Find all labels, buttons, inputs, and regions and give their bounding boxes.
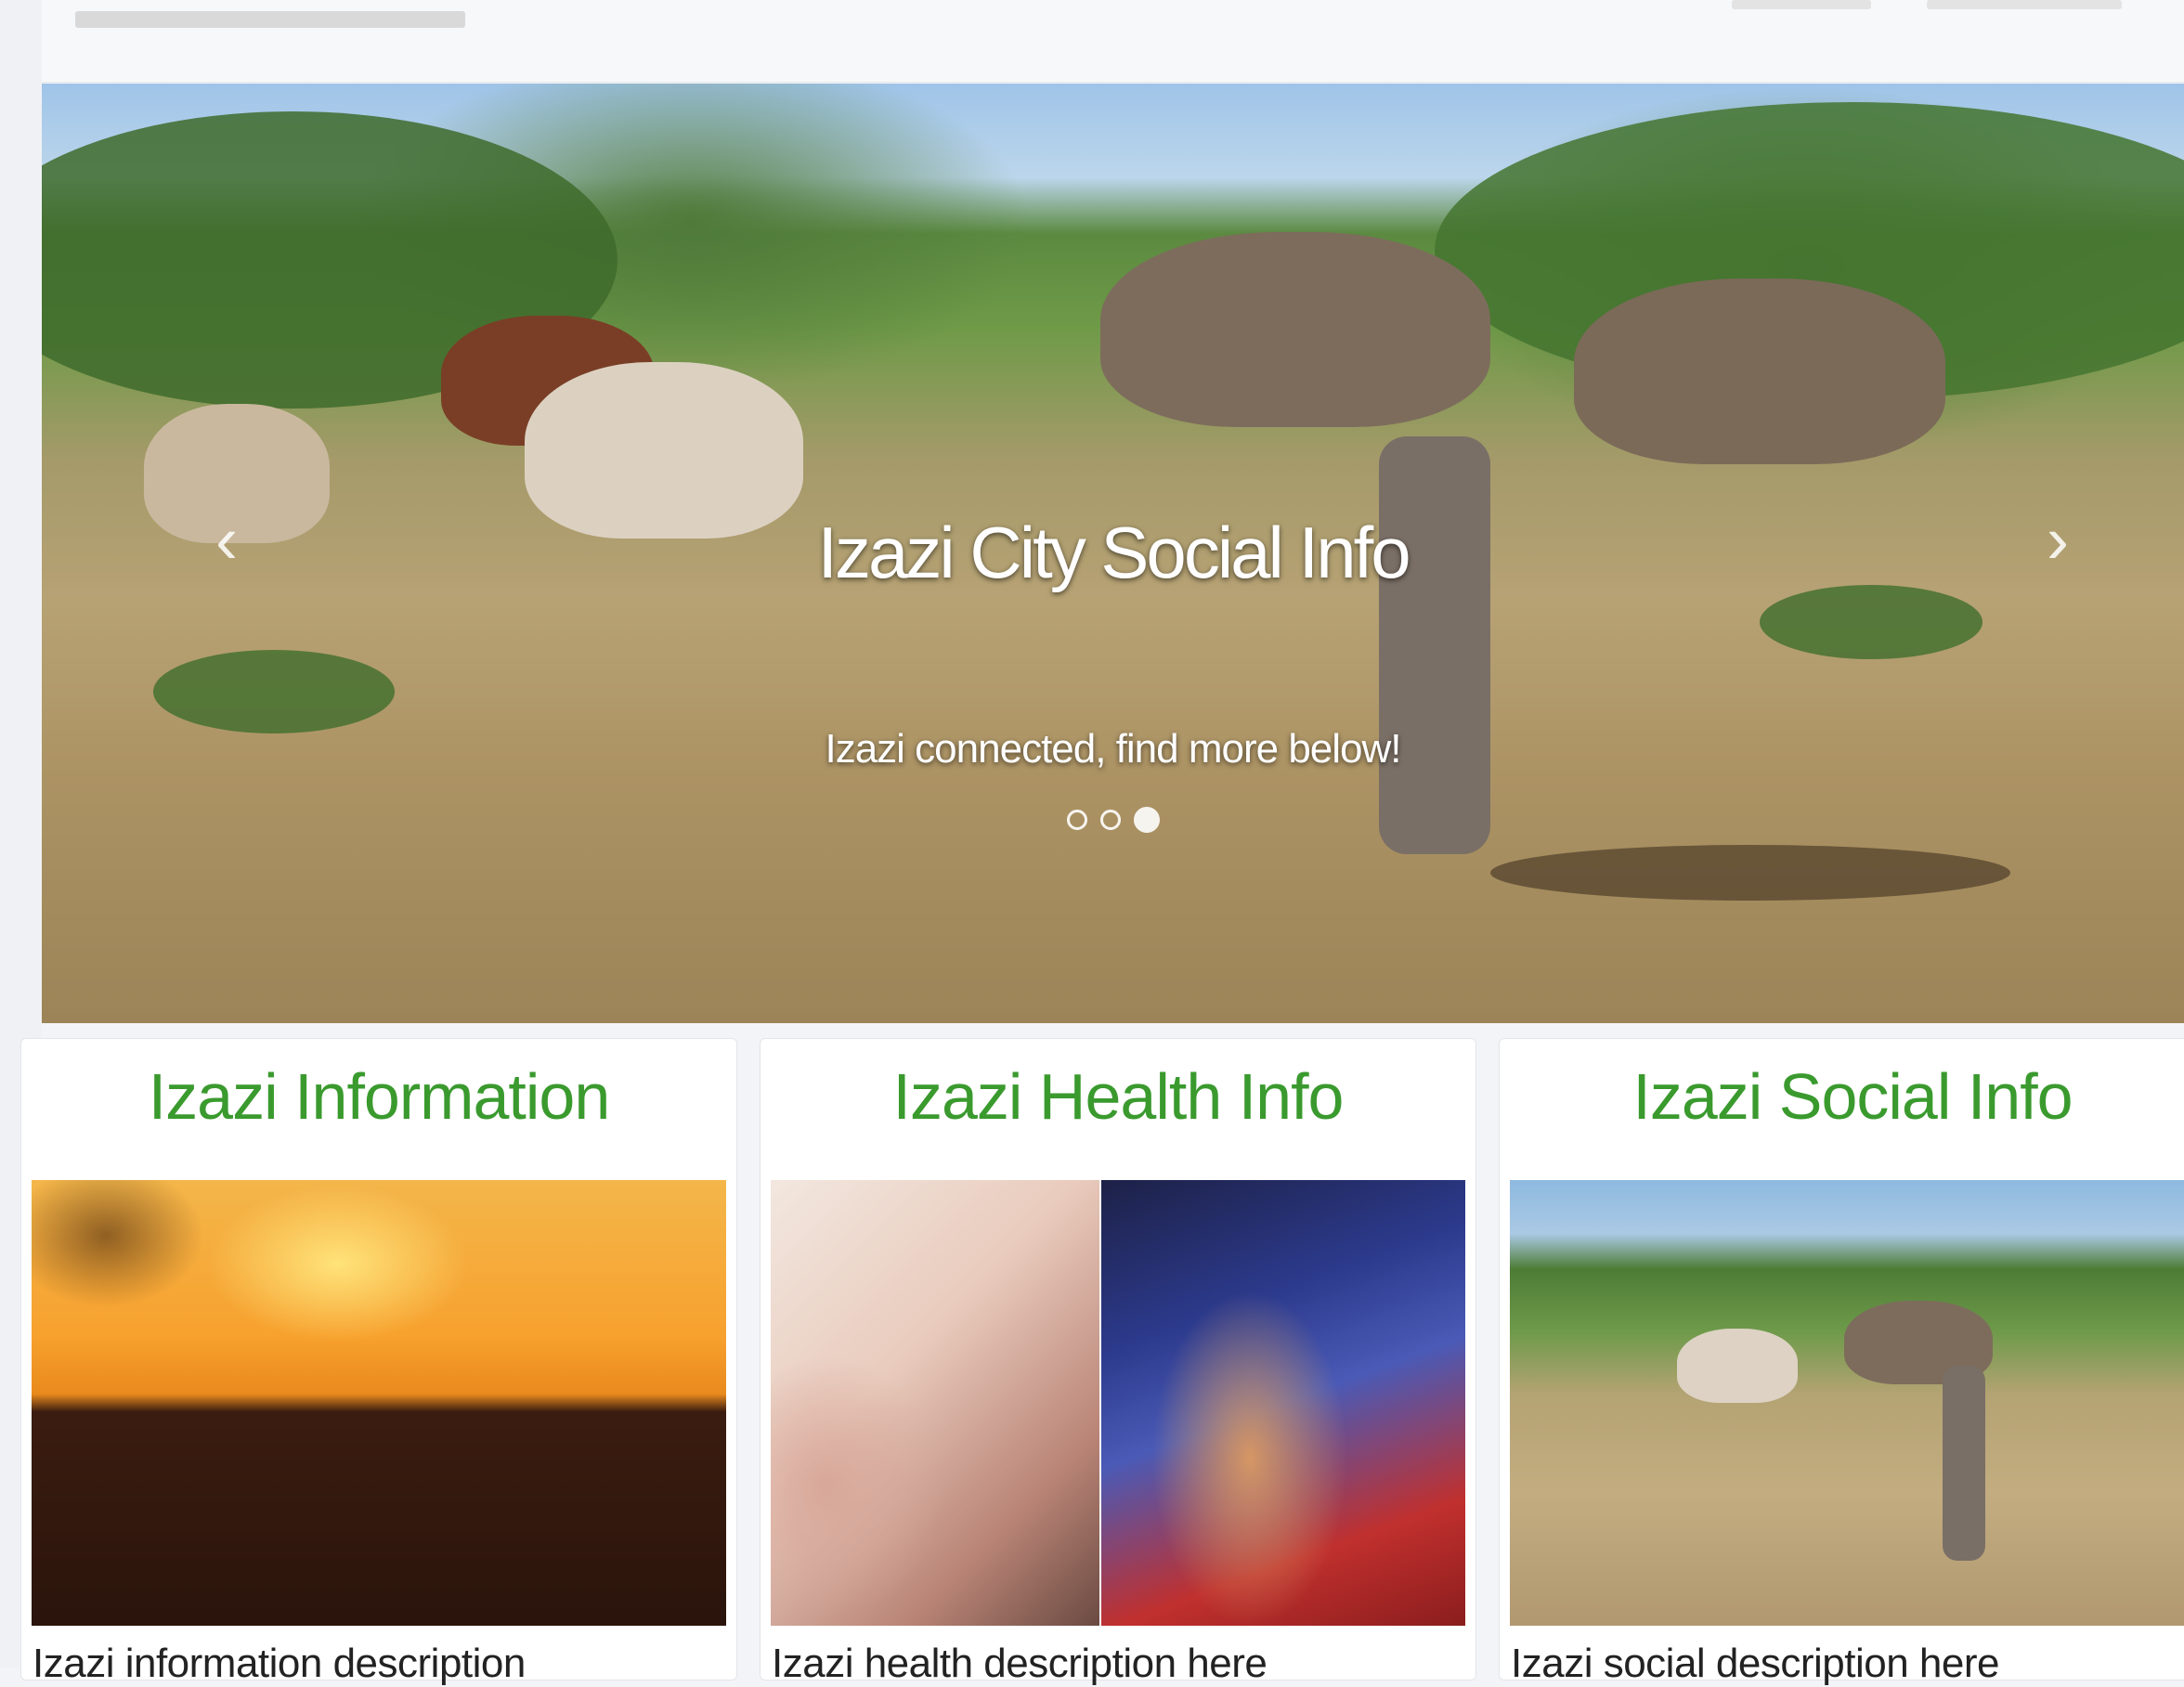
tree-silhouette <box>32 1180 310 1375</box>
card-title[interactable]: Izazi Information <box>21 1059 736 1134</box>
card-description: Izazi information description <box>32 1641 526 1686</box>
health-photo[interactable] <box>771 1180 1465 1626</box>
scenery-shadow <box>1490 845 2010 901</box>
carousel-next-button[interactable]: › <box>2033 507 2083 574</box>
carousel-prev-button[interactable]: ‹ <box>202 507 252 574</box>
info-cards: Izazi Information Izazi information desc… <box>20 1038 2184 1686</box>
carousel-indicator-3[interactable] <box>1133 807 1160 833</box>
card-description: Izazi health description here <box>772 1641 1268 1686</box>
card-title[interactable]: Izazi Social Info <box>1500 1059 2184 1134</box>
top-bar-chip <box>1732 0 1871 9</box>
card-social[interactable]: Izazi Social Info Izazi social descripti… <box>1499 1038 2184 1686</box>
top-bar <box>42 0 2184 83</box>
health-photo-right <box>1101 1180 1465 1626</box>
sunset-photo[interactable] <box>32 1180 726 1626</box>
card-description: Izazi social description here <box>1511 1641 1999 1686</box>
hero-carousel[interactable]: Izazi City Social Info Izazi connected, … <box>42 84 2184 1023</box>
village-photo[interactable] <box>1510 1180 2184 1626</box>
child-shape <box>1943 1366 1985 1561</box>
chevron-left-icon: ‹ <box>215 503 238 577</box>
donkey-shape <box>1574 279 1945 464</box>
sheep-shape <box>1677 1329 1798 1403</box>
top-bar-chip <box>1927 0 2122 9</box>
chevron-right-icon: › <box>2047 503 2069 577</box>
card-title[interactable]: Izazi Health Info <box>760 1059 1476 1134</box>
donkey-shape <box>1100 232 1490 427</box>
health-photo-left <box>771 1180 1099 1626</box>
card-information[interactable]: Izazi Information Izazi information desc… <box>20 1038 737 1686</box>
child-shape <box>1379 436 1490 854</box>
carousel-title: Izazi City Social Info <box>817 512 1410 593</box>
carousel-indicator-1[interactable] <box>1066 810 1087 830</box>
card-health[interactable]: Izazi Health Info Izazi health descripti… <box>760 1038 1476 1686</box>
carousel-indicators <box>42 807 2184 833</box>
carousel-subtitle: Izazi connected, find more below! <box>825 726 1401 772</box>
scenery-shrub <box>153 650 395 733</box>
scenery-shrub <box>1760 585 1982 659</box>
top-bar-placeholder <box>75 11 465 28</box>
carousel-indicator-2[interactable] <box>1099 810 1121 830</box>
